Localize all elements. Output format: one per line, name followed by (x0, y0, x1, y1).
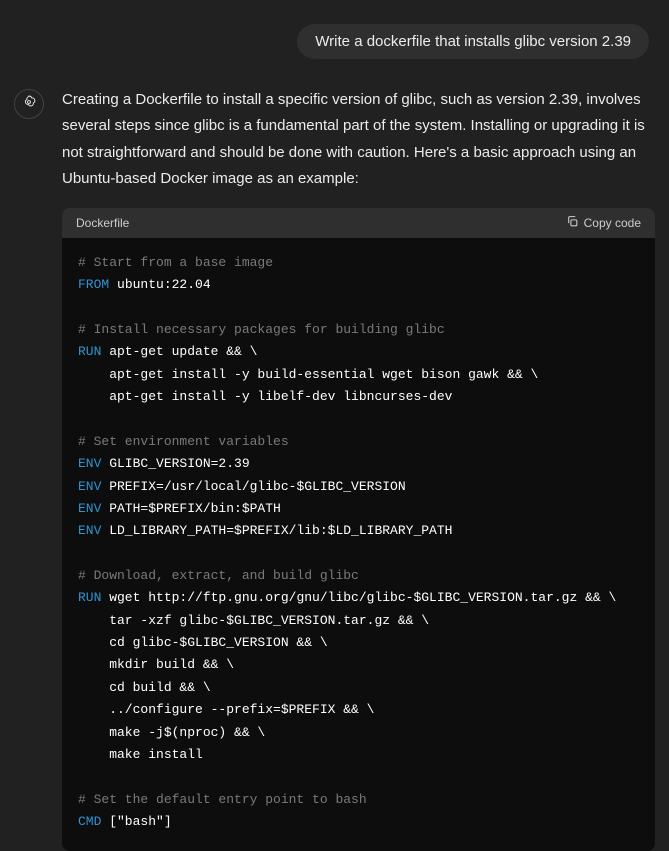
code-block: Dockerfile Copy code # Start from a base… (62, 208, 655, 851)
assistant-body: Creating a Dockerfile to install a speci… (62, 87, 655, 851)
code-keyword: RUN (78, 590, 101, 605)
code-keyword: ENV (78, 501, 101, 516)
code-keyword: ENV (78, 479, 101, 494)
openai-logo-icon (21, 94, 37, 114)
code-keyword: CMD (78, 814, 101, 829)
user-message-bubble: Write a dockerfile that installs glibc v… (297, 24, 649, 59)
user-message-row: Write a dockerfile that installs glibc v… (10, 24, 659, 59)
code-comment: # Install necessary packages for buildin… (78, 322, 445, 337)
copy-icon (566, 215, 579, 231)
code-keyword: ENV (78, 523, 101, 538)
chat-container: Write a dockerfile that installs glibc v… (0, 0, 669, 851)
copy-code-label: Copy code (584, 216, 641, 230)
copy-code-button[interactable]: Copy code (566, 215, 641, 231)
code-comment: # Set the default entry point to bash (78, 792, 367, 807)
code-comment: # Set environment variables (78, 434, 289, 449)
code-comment: # Start from a base image (78, 255, 273, 270)
user-message-text: Write a dockerfile that installs glibc v… (315, 33, 631, 50)
code-language-label: Dockerfile (76, 216, 129, 230)
code-keyword: RUN (78, 344, 101, 359)
code-keyword: ENV (78, 456, 101, 471)
code-content[interactable]: # Start from a base image FROM ubuntu:22… (62, 238, 655, 851)
code-keyword: FROM (78, 277, 109, 292)
code-comment: # Download, extract, and build glibc (78, 568, 359, 583)
assistant-message-row: Creating a Dockerfile to install a speci… (10, 87, 659, 851)
assistant-intro-text: Creating a Dockerfile to install a speci… (62, 87, 655, 192)
code-block-header: Dockerfile Copy code (62, 208, 655, 238)
assistant-avatar (14, 89, 44, 119)
